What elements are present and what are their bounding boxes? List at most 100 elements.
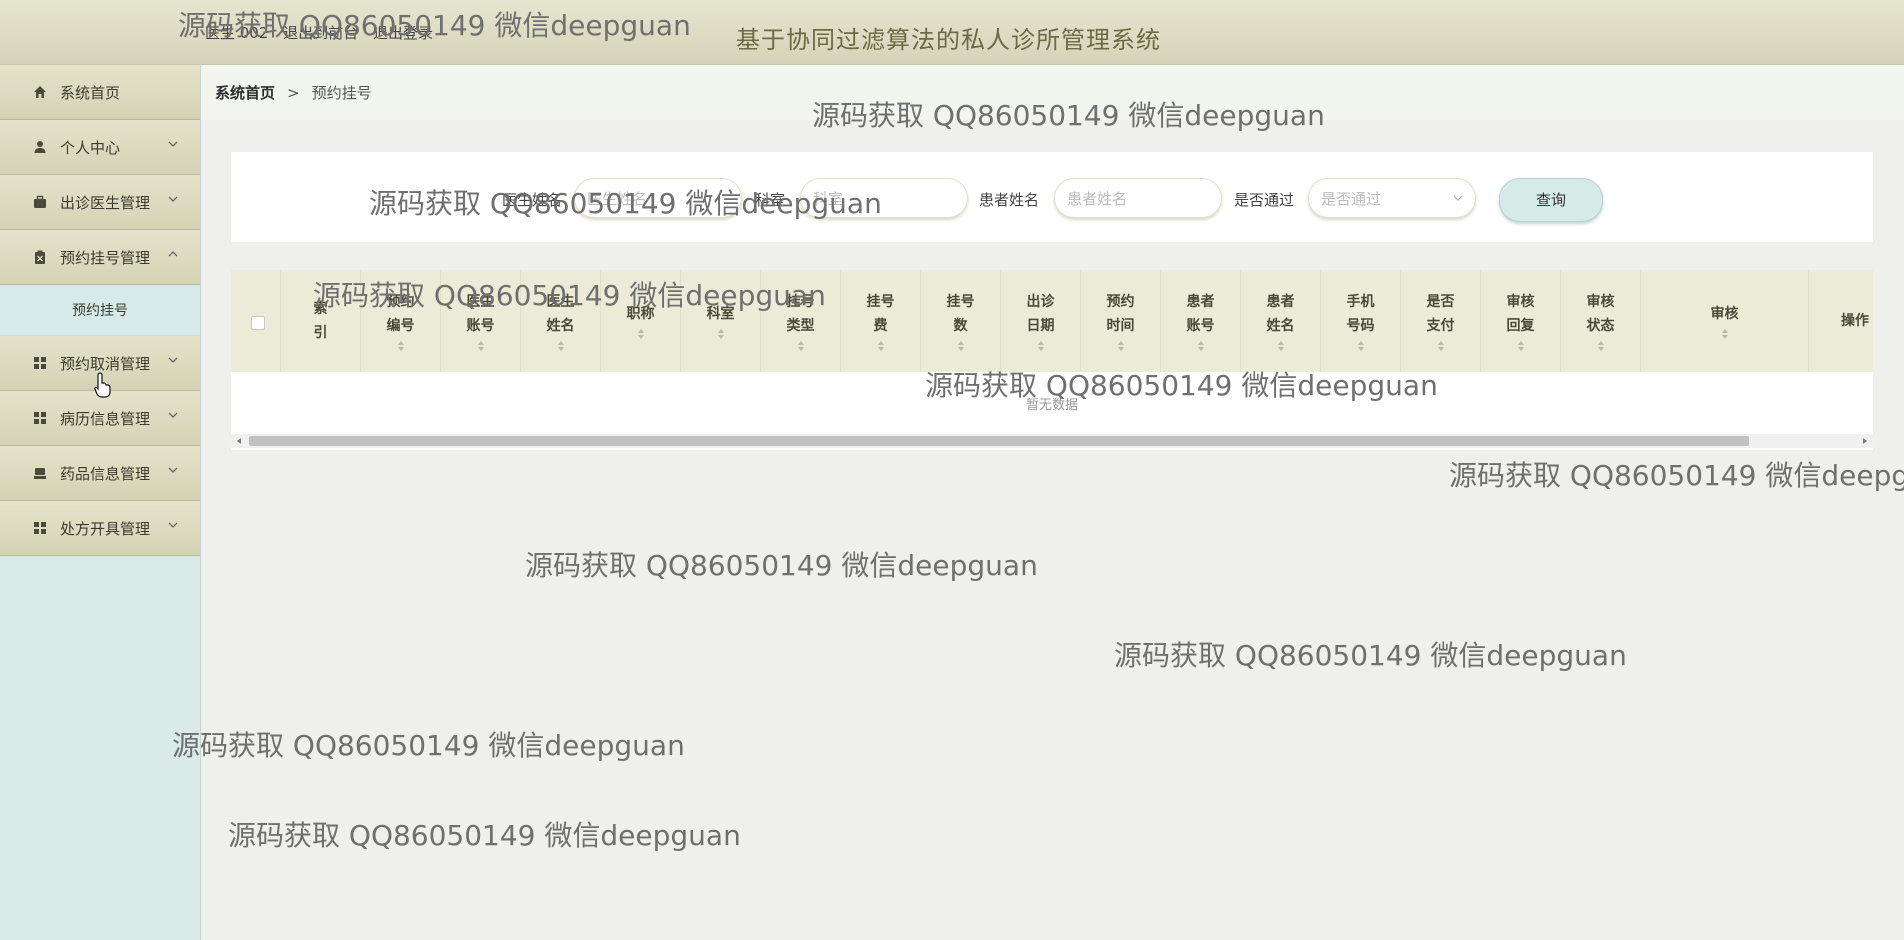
scrollbar-thumb[interactable] — [249, 436, 1749, 446]
sort-icon[interactable] — [1597, 340, 1605, 352]
column-header-label: 医生 姓名 — [546, 294, 575, 334]
box-icon — [32, 465, 48, 481]
sort-icon[interactable] — [877, 340, 885, 352]
sidebar-item-label: 处方开具管理 — [60, 519, 151, 538]
sidebar-item-label: 药品信息管理 — [60, 464, 151, 483]
column-header[interactable]: 医生 姓名 — [521, 270, 601, 372]
scroll-left-icon[interactable] — [235, 437, 243, 445]
horizontal-scrollbar[interactable] — [231, 434, 1873, 448]
column-header[interactable]: 审核 回复 — [1481, 270, 1561, 372]
column-header[interactable]: 审核 状态 — [1561, 270, 1641, 372]
column-header[interactable]: 挂号 类型 — [761, 270, 841, 372]
sort-icon[interactable] — [1721, 328, 1729, 340]
sidebar-item-label: 系统首页 — [60, 83, 121, 102]
sort-icon[interactable] — [637, 328, 645, 340]
watermark-text: 源码获取 QQ86050149 微信deepguan — [1449, 459, 1904, 492]
select-all-checkbox[interactable] — [251, 316, 265, 330]
sort-icon[interactable] — [797, 340, 805, 352]
column-header[interactable]: 科室 — [681, 270, 761, 372]
sidebar-item-label: 预约挂号管理 — [60, 248, 151, 267]
sort-icon[interactable] — [1277, 340, 1285, 352]
front-page-link[interactable]: 退出到前台 — [283, 24, 358, 42]
sidebar-item-label: 出诊医生管理 — [60, 193, 151, 212]
sort-icon[interactable] — [1437, 340, 1445, 352]
column-header-label: 索 引 — [313, 301, 328, 341]
column-header-label: 审核 状态 — [1586, 294, 1615, 334]
table-header: 索 引 预约 编号 医生 账号 医生 姓名 职称 科室 挂号 类型 挂号 费 挂号 数 出诊 日期… — [231, 270, 1873, 372]
appointment-table: 索 引 预约 编号 医生 账号 医生 姓名 职称 科室 挂号 类型 挂号 费 挂号 数 出诊 日期… — [231, 270, 1873, 450]
patient-name-input[interactable]: 患者姓名 — [1054, 178, 1222, 218]
search-panel: 医生姓名 医生姓名 科室 科室 患者姓名 患者姓名 是否通过 是否通过 查询 — [231, 152, 1873, 242]
column-header[interactable]: 出诊 日期 — [1001, 270, 1081, 372]
sort-icon[interactable] — [557, 340, 565, 352]
sort-icon[interactable] — [397, 340, 405, 352]
column-header-label: 挂号 费 — [866, 294, 895, 334]
chevron-down-icon — [168, 412, 178, 418]
chevron-down-icon — [168, 141, 178, 147]
sort-icon[interactable] — [477, 340, 485, 352]
chevron-down-icon — [168, 196, 178, 202]
column-header[interactable]: 索 引 — [281, 270, 361, 372]
column-header[interactable]: 审核 — [1641, 270, 1809, 372]
sidebar-item-label: 个人中心 — [60, 138, 121, 157]
clipboard-icon — [32, 249, 48, 265]
scroll-right-icon[interactable] — [1861, 437, 1869, 445]
dept-label: 科室 — [755, 191, 786, 209]
user-icon — [32, 139, 48, 155]
breadcrumb-current: 预约挂号 — [311, 84, 372, 102]
sidebar-item-medical-records[interactable]: 病历信息管理 — [0, 391, 200, 446]
column-header-label: 操作 — [1841, 313, 1869, 329]
chevron-down-icon — [168, 467, 178, 473]
breadcrumb-home-link[interactable]: 系统首页 — [215, 82, 275, 103]
doctor-name-label: 医生姓名 — [502, 191, 563, 209]
sort-icon[interactable] — [1117, 340, 1125, 352]
column-header[interactable]: 预约 编号 — [361, 270, 441, 372]
sort-icon[interactable] — [1037, 340, 1045, 352]
sidebar-item-label: 病历信息管理 — [60, 409, 151, 428]
column-header-label: 患者 姓名 — [1266, 294, 1295, 334]
chevron-down-icon — [168, 522, 178, 528]
column-header[interactable]: 是否 支付 — [1401, 270, 1481, 372]
empty-state: 暂无数据 — [1025, 398, 1078, 413]
sort-icon[interactable] — [717, 328, 725, 340]
sidebar-item-medicine-management[interactable]: 药品信息管理 — [0, 446, 200, 501]
sort-icon[interactable] — [1197, 340, 1205, 352]
sidebar-item-appointment-management[interactable]: 预约挂号管理 — [0, 230, 200, 285]
dept-input[interactable]: 科室 — [800, 178, 968, 218]
sidebar-item-home[interactable]: 系统首页 — [0, 65, 200, 120]
column-header-label: 挂号 类型 — [786, 294, 815, 334]
column-header[interactable]: 手机 号码 — [1321, 270, 1401, 372]
sidebar-item-doctor-management[interactable]: 出诊医生管理 — [0, 175, 200, 230]
sidebar-subitem-appointment[interactable]: 预约挂号 — [0, 285, 200, 336]
column-header[interactable]: 挂号 数 — [921, 270, 1001, 372]
sidebar-item-personal-center[interactable]: 个人中心 — [0, 120, 200, 175]
doctor-name-input[interactable]: 医生姓名 — [574, 178, 742, 218]
column-header-label: 医生 账号 — [466, 294, 495, 334]
column-header[interactable]: 患者 账号 — [1161, 270, 1241, 372]
sort-icon[interactable] — [1517, 340, 1525, 352]
grid-icon — [32, 410, 48, 426]
column-header[interactable]: 职称 — [601, 270, 681, 372]
chevron-up-icon — [168, 251, 178, 257]
column-header[interactable]: 操作 — [1809, 270, 1889, 372]
approved-label: 是否通过 — [1234, 191, 1295, 209]
column-header-label: 挂号 数 — [946, 294, 975, 334]
sort-icon[interactable] — [1357, 340, 1365, 352]
sidebar-item-prescription-management[interactable]: 处方开具管理 — [0, 501, 200, 556]
column-header-label: 预约 编号 — [386, 294, 415, 334]
home-icon — [32, 84, 48, 100]
logout-link[interactable]: 退出登录 — [373, 24, 433, 42]
sort-icon[interactable] — [957, 340, 965, 352]
column-header[interactable]: 挂号 费 — [841, 270, 921, 372]
approved-select[interactable]: 是否通过 — [1308, 178, 1476, 218]
column-header[interactable]: 患者 姓名 — [1241, 270, 1321, 372]
column-header-label: 手机 号码 — [1346, 294, 1375, 334]
mouse-cursor-icon — [94, 372, 111, 398]
column-header[interactable]: 医生 账号 — [441, 270, 521, 372]
system-title: 基于协同过滤算法的私人诊所管理系统 — [736, 26, 1161, 54]
column-header[interactable]: 预约 时间 — [1081, 270, 1161, 372]
column-header-label: 科室 — [706, 306, 735, 322]
chevron-down-icon — [1453, 195, 1463, 201]
sidebar-subitem-label: 预约挂号 — [72, 303, 128, 319]
query-button[interactable]: 查询 — [1499, 178, 1603, 222]
